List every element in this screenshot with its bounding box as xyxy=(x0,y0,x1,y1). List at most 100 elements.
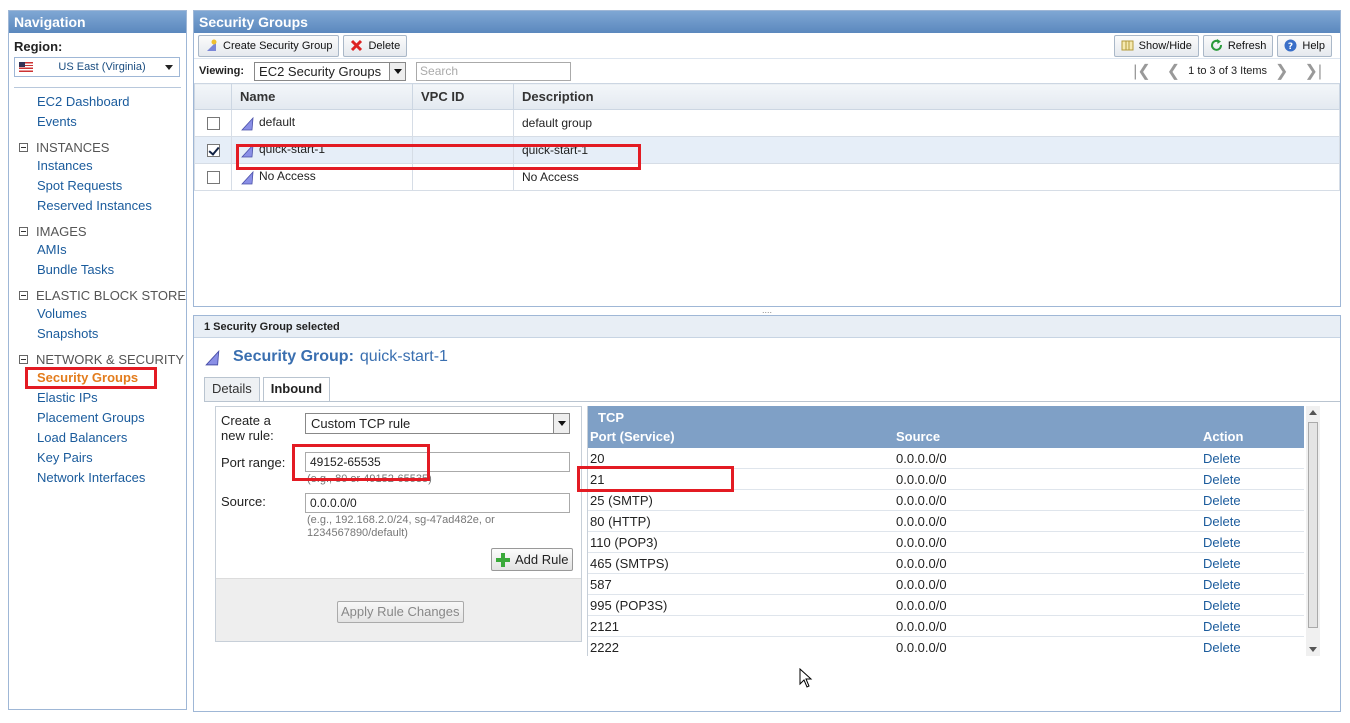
vpc-cell xyxy=(412,163,514,191)
description-cell: default group xyxy=(513,109,1340,137)
column-header-vpc-id[interactable]: VPC ID xyxy=(412,83,514,110)
help-button[interactable]: ? Help xyxy=(1277,34,1332,57)
add-rule-label: Add Rule xyxy=(515,552,569,567)
scroll-down-icon[interactable] xyxy=(1309,647,1317,652)
nav-link-placement-groups[interactable]: Placement Groups xyxy=(37,410,145,425)
detail-panel: 1 Security Group selected Security Group… xyxy=(193,315,1341,712)
nav-link-spot-requests[interactable]: Spot Requests xyxy=(37,178,122,193)
create-label: Create Security Group xyxy=(223,39,333,52)
rule-port: 80 (HTTP) xyxy=(590,514,651,529)
table-row[interactable]: default default group xyxy=(194,109,1340,137)
delete-button[interactable]: Delete xyxy=(343,34,408,57)
rule-port: 25 (SMTP) xyxy=(590,493,653,508)
row-checkbox-checked[interactable] xyxy=(206,144,220,158)
rule-type-select[interactable]: Custom TCP rule xyxy=(305,413,570,434)
delete-rule-link[interactable]: Delete xyxy=(1203,619,1241,634)
rule-source: 0.0.0.0/0 xyxy=(896,493,947,508)
vpc-cell xyxy=(412,109,514,137)
create-rule-label: Create a new rule: xyxy=(221,413,274,443)
table-row-selected[interactable]: quick-start-1 quick-start-1 xyxy=(194,136,1340,164)
add-rule-button[interactable]: Add Rule xyxy=(491,548,574,571)
rule-row: 587 0.0.0.0/0 Delete xyxy=(588,574,1304,595)
rules-scrollbar[interactable] xyxy=(1306,406,1320,656)
delete-rule-link[interactable]: Delete xyxy=(1203,451,1241,466)
nav-section-instances[interactable]: INSTANCES xyxy=(19,140,109,155)
apply-rule-changes-button[interactable]: Apply Rule Changes xyxy=(337,601,464,623)
rule-row: 20 0.0.0.0/0 Delete xyxy=(588,448,1304,469)
prev-page-icon[interactable]: ❮ xyxy=(1167,61,1180,81)
viewing-label: Viewing: xyxy=(199,65,245,77)
delete-rule-link[interactable]: Delete xyxy=(1203,472,1241,487)
next-page-icon[interactable]: ❯ xyxy=(1275,61,1288,81)
viewing-dropdown[interactable]: EC2 Security Groups xyxy=(254,61,407,81)
rule-row: 21 0.0.0.0/0 Delete xyxy=(588,469,1304,490)
row-checkbox-cell xyxy=(194,109,232,137)
nav-link-volumes[interactable]: Volumes xyxy=(37,306,87,321)
rules-header: TCP Port (Service) Source Action xyxy=(588,406,1304,448)
create-security-group-button[interactable]: Create Security Group xyxy=(198,34,340,57)
nav-link-ec2-dashboard[interactable]: EC2 Dashboard xyxy=(37,94,130,109)
delete-rule-link[interactable]: Delete xyxy=(1203,556,1241,571)
rule-source: 0.0.0.0/0 xyxy=(896,535,947,550)
delete-rule-link[interactable]: Delete xyxy=(1203,514,1241,529)
rule-port: 2222 xyxy=(590,640,619,655)
navigation-panel: Navigation Region: US East (Virginia) EC… xyxy=(8,10,187,710)
nav-link-events[interactable]: Events xyxy=(37,114,77,129)
rule-source: 0.0.0.0/0 xyxy=(896,451,947,466)
rule-source: 0.0.0.0/0 xyxy=(896,556,947,571)
svg-text:?: ? xyxy=(1288,42,1293,52)
help-label: Help xyxy=(1302,39,1325,52)
delete-rule-link[interactable]: Delete xyxy=(1203,535,1241,550)
nav-section-network-security[interactable]: NETWORK & SECURITY xyxy=(19,352,184,367)
delete-rule-link[interactable]: Delete xyxy=(1203,598,1241,613)
nav-link-key-pairs[interactable]: Key Pairs xyxy=(37,450,93,465)
refresh-icon xyxy=(1210,39,1222,51)
nav-link-security-groups[interactable]: Security Groups xyxy=(37,370,138,385)
last-page-icon[interactable]: ❯| xyxy=(1304,61,1322,81)
source-label: Source: xyxy=(221,494,266,509)
vpc-cell xyxy=(412,136,514,164)
scroll-thumb[interactable] xyxy=(1308,422,1318,628)
row-checkbox-cell xyxy=(194,163,232,191)
delete-rule-link[interactable]: Delete xyxy=(1203,577,1241,592)
scroll-up-icon[interactable] xyxy=(1309,410,1317,415)
tab-details[interactable]: Details xyxy=(204,377,260,401)
nav-link-snapshots[interactable]: Snapshots xyxy=(37,326,98,341)
first-page-icon[interactable]: |❮ xyxy=(1133,61,1151,81)
nav-link-instances[interactable]: Instances xyxy=(37,158,93,173)
delete-rule-link[interactable]: Delete xyxy=(1203,640,1241,655)
table-row[interactable]: No Access No Access xyxy=(194,163,1340,191)
tab-inbound[interactable]: Inbound xyxy=(262,377,331,402)
column-header-name[interactable]: Name xyxy=(231,83,413,110)
nav-section-label: NETWORK & SECURITY xyxy=(36,352,185,367)
name-cell: quick-start-1 xyxy=(231,136,413,164)
rule-port: 465 (SMTPS) xyxy=(590,556,669,571)
panel-splitter[interactable]: .... xyxy=(193,306,1341,315)
delete-label: Delete xyxy=(368,39,401,52)
row-checkbox[interactable] xyxy=(206,171,220,185)
nav-link-amis[interactable]: AMIs xyxy=(37,242,67,257)
security-group-add-icon xyxy=(207,39,217,51)
region-dropdown[interactable]: US East (Virginia) xyxy=(14,57,180,77)
group-name: quick-start-1 xyxy=(259,142,326,157)
nav-section-ebs[interactable]: ELASTIC BLOCK STORE xyxy=(19,288,186,303)
us-flag-icon xyxy=(19,62,33,72)
refresh-button[interactable]: Refresh xyxy=(1202,34,1274,57)
column-header-description[interactable]: Description xyxy=(513,83,1340,110)
nav-link-load-balancers[interactable]: Load Balancers xyxy=(37,430,127,445)
collapse-icon xyxy=(19,355,28,364)
nav-link-bundle-tasks[interactable]: Bundle Tasks xyxy=(37,262,114,277)
nav-link-network-interfaces[interactable]: Network Interfaces xyxy=(37,470,145,485)
rule-port: 110 (POP3) xyxy=(590,535,658,550)
nav-link-elastic-ips[interactable]: Elastic IPs xyxy=(37,390,98,405)
source-input[interactable]: 0.0.0.0/0 xyxy=(305,493,570,513)
nav-link-reserved-instances[interactable]: Reserved Instances xyxy=(37,198,152,213)
port-range-input[interactable]: 49152-65535 xyxy=(305,452,570,472)
show-hide-button[interactable]: Show/Hide xyxy=(1113,34,1199,57)
chevron-down-icon xyxy=(553,414,569,433)
delete-rule-link[interactable]: Delete xyxy=(1203,493,1241,508)
row-checkbox[interactable] xyxy=(206,117,220,131)
pager-text: 1 to 3 of 3 Items xyxy=(1188,65,1268,77)
nav-section-images[interactable]: IMAGES xyxy=(19,224,87,239)
search-input[interactable]: Search xyxy=(416,61,572,81)
